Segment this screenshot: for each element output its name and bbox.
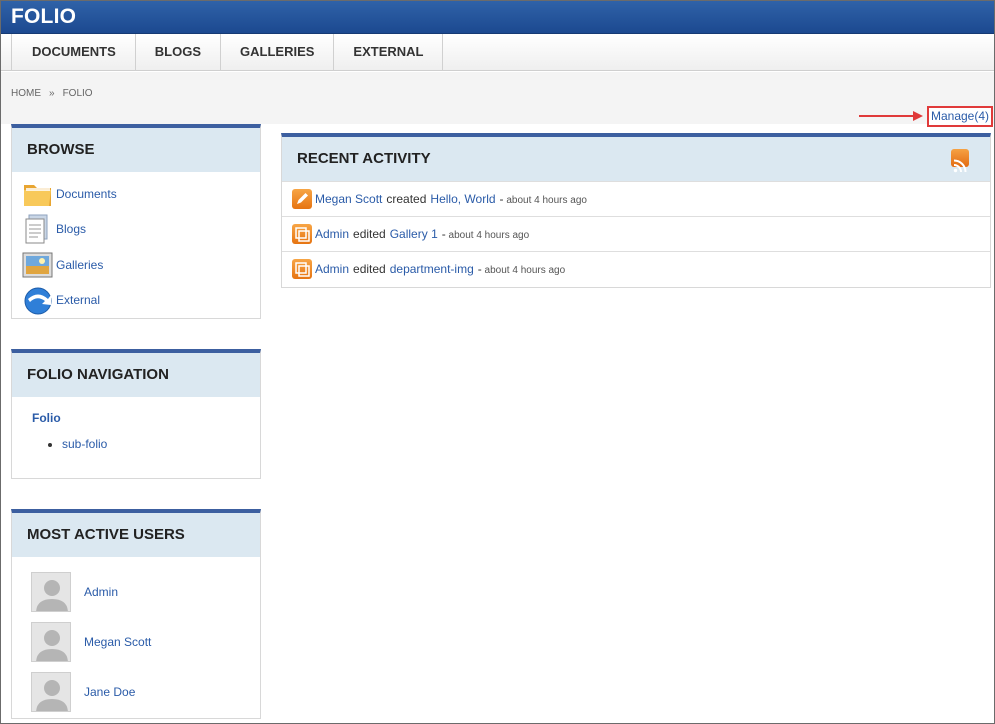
user-row[interactable]: Jane Doe xyxy=(12,667,260,717)
activity-target-link[interactable]: department-img xyxy=(390,262,474,276)
tab-external[interactable]: EXTERNAL xyxy=(333,34,444,71)
folio-navigation-panel: FOLIO NAVIGATION Folio sub-folio xyxy=(11,349,261,479)
breadcrumb-current: FOLIO xyxy=(62,88,93,99)
folio-navigation-title: FOLIO NAVIGATION xyxy=(12,353,260,397)
tab-documents[interactable]: DOCUMENTS xyxy=(11,34,135,71)
rss-icon[interactable] xyxy=(951,149,969,173)
activity-user-link[interactable]: Admin xyxy=(315,227,349,241)
activity-user-link[interactable]: Admin xyxy=(315,262,349,276)
main-nav: DOCUMENTS BLOGS GALLERIES EXTERNAL xyxy=(1,34,994,71)
most-active-users-title: MOST ACTIVE USERS xyxy=(12,513,260,557)
avatar[interactable] xyxy=(31,622,71,662)
breadcrumb: HOME » FOLIO xyxy=(11,88,93,99)
red-arrow-icon xyxy=(859,111,923,121)
document-icon xyxy=(22,214,54,244)
activity-user-link[interactable]: Megan Scott xyxy=(315,192,382,206)
activity-target-link[interactable]: Gallery 1 xyxy=(390,227,438,241)
breadcrumb-home[interactable]: HOME xyxy=(11,88,41,99)
activity-verb: edited xyxy=(353,227,386,241)
most-active-users-panel: MOST ACTIVE USERS Admin Megan Scott Jane… xyxy=(11,509,261,719)
browse-item-galleries[interactable]: Galleries xyxy=(22,247,260,283)
gallery-icon xyxy=(292,259,312,279)
tab-galleries[interactable]: GALLERIES xyxy=(220,34,333,71)
gallery-icon xyxy=(292,224,312,244)
activity-verb: created xyxy=(386,192,427,206)
activity-time: - about 4 hours ago xyxy=(441,227,530,241)
browse-item-label: External xyxy=(56,293,101,308)
user-row[interactable]: Admin xyxy=(12,567,260,617)
user-row[interactable]: Megan Scott xyxy=(12,617,260,667)
avatar[interactable] xyxy=(31,672,71,712)
activity-time: - about 4 hours ago xyxy=(499,192,587,206)
picture-icon xyxy=(22,250,54,280)
activity-target-link[interactable]: Hello, World xyxy=(430,192,495,206)
browse-title: BROWSE xyxy=(12,128,260,172)
tab-blogs[interactable]: BLOGS xyxy=(134,34,220,71)
browse-item-label: Blogs xyxy=(56,222,87,237)
activity-row: Megan Scott created Hello, World - about… xyxy=(282,181,990,216)
folio-children-list: sub-folio xyxy=(52,437,240,451)
recent-activity-title: RECENT ACTIVITY xyxy=(297,150,431,167)
recent-activity-header: RECENT ACTIVITY xyxy=(282,137,990,181)
top-header: FOLIO xyxy=(1,1,994,34)
recent-activity-panel: RECENT ACTIVITY Megan Scott created Hell… xyxy=(281,133,991,288)
avatar[interactable] xyxy=(31,572,71,612)
manage-link[interactable]: Manage(4) xyxy=(927,106,993,127)
breadcrumb-bar: HOME » FOLIO xyxy=(1,72,994,124)
folder-icon xyxy=(22,179,54,209)
activity-verb: edited xyxy=(353,262,386,276)
browse-item-external[interactable]: External xyxy=(22,283,260,319)
globe-arrow-icon xyxy=(22,285,54,315)
activity-time: - about 4 hours ago xyxy=(477,262,566,276)
user-name-link[interactable]: Jane Doe xyxy=(84,685,135,699)
app-window: FOLIO DOCUMENTS BLOGS GALLERIES EXTERNAL… xyxy=(0,0,995,724)
browse-item-blogs[interactable]: Blogs xyxy=(22,212,260,248)
browse-item-documents[interactable]: Documents xyxy=(22,176,260,212)
activity-row: Admin edited Gallery 1 - about 4 hours a… xyxy=(282,216,990,251)
browse-panel: BROWSE Documents Blogs Galleries Externa… xyxy=(11,124,261,319)
site-title[interactable]: FOLIO xyxy=(11,5,76,29)
user-name-link[interactable]: Megan Scott xyxy=(84,635,151,649)
activity-row: Admin edited department-img - about 4 ho… xyxy=(282,251,990,286)
breadcrumb-separator: » xyxy=(49,88,55,99)
browse-item-label: Documents xyxy=(56,186,117,201)
browse-item-label: Galleries xyxy=(56,257,104,272)
user-name-link[interactable]: Admin xyxy=(84,585,118,599)
list-item: sub-folio xyxy=(62,437,240,451)
folio-root-link[interactable]: Folio xyxy=(32,411,240,425)
pencil-icon xyxy=(292,189,312,209)
sub-folio-link[interactable]: sub-folio xyxy=(62,437,107,451)
